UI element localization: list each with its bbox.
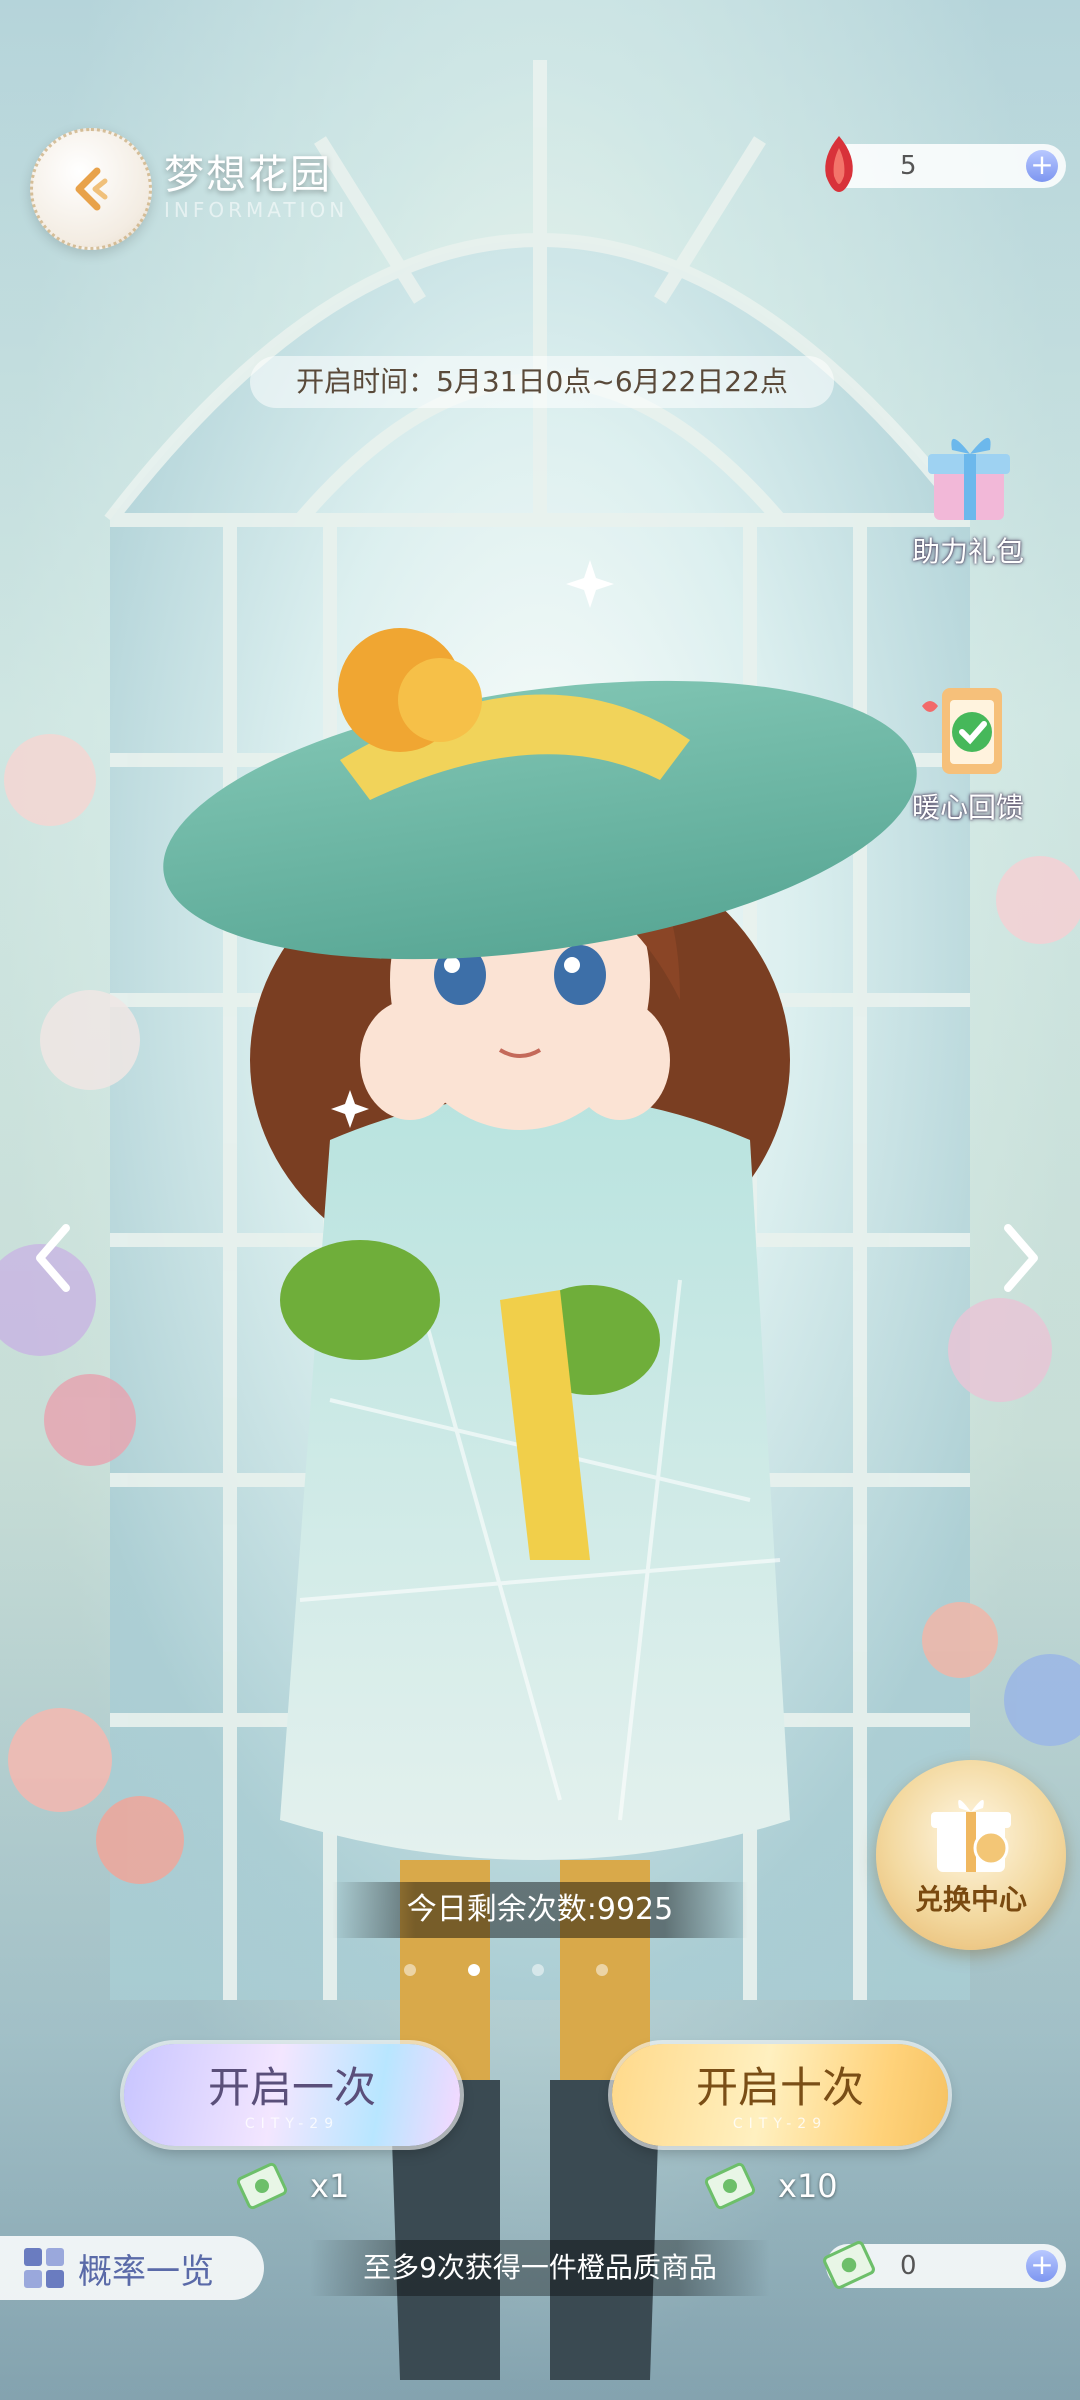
event-time-banner: 开启时间：5月31日0点~6月22日22点: [250, 356, 834, 408]
page-dot: [596, 1964, 608, 1976]
add-gem-button[interactable]: +: [1026, 150, 1058, 182]
gift-box-icon: [928, 437, 1010, 520]
gift-pack-label: 助力礼包: [911, 535, 1024, 568]
gem-currency: 5 +: [825, 136, 1066, 192]
draw-ten-cost: x10: [702, 2158, 838, 2214]
exchange-center-label: 兑换中心: [914, 1883, 1027, 1916]
page-subtitle: INFORMATION: [164, 198, 349, 222]
ticket-icon: [704, 2162, 756, 2210]
draw-once-sublabel: CITY-29: [244, 2116, 340, 2132]
draw-ten-cost-value: x10: [778, 2167, 838, 2205]
gem-amount: 5: [900, 151, 917, 181]
page-indicator: [404, 1964, 608, 1976]
ticket-currency: 0 +: [823, 2241, 1066, 2289]
back-arrow-icon: [75, 167, 108, 211]
feedback-label: 暖心回馈: [911, 791, 1024, 824]
add-ticket-button[interactable]: +: [1026, 2250, 1058, 2282]
exchange-center-button[interactable]: 兑换中心: [876, 1760, 1066, 1950]
page-dot: [404, 1964, 416, 1976]
back-button[interactable]: [30, 128, 152, 250]
next-outfit-arrow[interactable]: [996, 1218, 1046, 1298]
draw-once-button[interactable]: 开启一次 CITY-29: [124, 2044, 460, 2146]
draw-ten-button[interactable]: 开启十次 CITY-29: [612, 2044, 948, 2146]
previous-outfit-arrow[interactable]: [28, 1218, 78, 1298]
guarantee-text: 至多9次获得一件橙品质商品: [310, 2240, 770, 2296]
ticket-amount: 0: [900, 2251, 917, 2281]
draw-ten-sublabel: CITY-29: [732, 2116, 828, 2132]
probability-button[interactable]: 概率一览: [0, 2236, 264, 2300]
probability-label: 概率一览: [78, 2251, 214, 2292]
ticket-icon: [823, 2241, 875, 2289]
page-dot-active: [468, 1964, 480, 1976]
gift-pack-button[interactable]: 助力礼包: [898, 420, 1038, 570]
page-dot: [532, 1964, 544, 1976]
draw-once-cost: x1: [234, 2158, 349, 2214]
red-gem-icon: [825, 136, 853, 192]
clipboard-check-icon: [922, 688, 1002, 774]
chevron-left-icon: [36, 1224, 70, 1292]
page-title: 梦想花园: [164, 152, 332, 198]
draw-once-cost-value: x1: [310, 2167, 350, 2205]
grid-icon: [24, 2248, 64, 2288]
remaining-draws: 今日剩余次数:9925: [332, 1882, 748, 1938]
chevron-right-icon: [1004, 1224, 1038, 1292]
ticket-icon: [236, 2162, 288, 2210]
gift-box-icon: [931, 1799, 1011, 1872]
feedback-button[interactable]: 暖心回馈: [898, 676, 1038, 826]
